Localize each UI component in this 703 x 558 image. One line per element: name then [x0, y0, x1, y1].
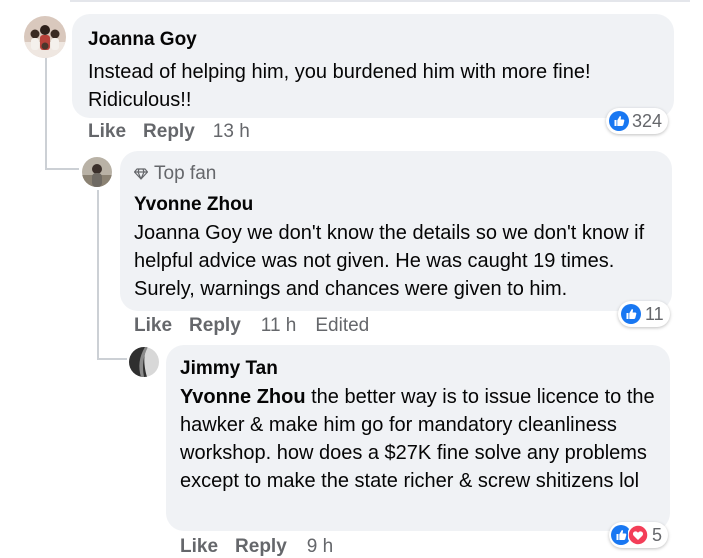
like-button[interactable]: Like — [180, 536, 218, 558]
comment-text-content: Instead of helping him, you burdened him… — [88, 61, 591, 111]
reaction-count: 11 — [645, 303, 664, 324]
comment-author[interactable]: Joanna Goy — [88, 29, 197, 51]
avatar[interactable] — [24, 16, 66, 58]
thread-line — [45, 168, 79, 170]
avatar[interactable] — [129, 347, 159, 377]
thread-line — [97, 190, 99, 360]
divider — [70, 0, 690, 2]
comment-author[interactable]: Jimmy Tan — [180, 358, 278, 380]
reaction-summary[interactable]: 11 — [618, 301, 670, 327]
reaction-count: 324 — [632, 110, 663, 131]
diamond-icon — [134, 168, 148, 180]
timestamp[interactable]: 9 h — [307, 536, 333, 558]
top-fan-badge: Top fan — [134, 163, 216, 185]
thumbs-up-icon — [621, 304, 641, 324]
comment-text: Joanna Goy we don't know the details so … — [134, 219, 662, 303]
reaction-count: 5 — [652, 524, 663, 545]
reply-button[interactable]: Reply — [235, 536, 287, 558]
timestamp[interactable]: 11 h — [261, 315, 297, 337]
comment-text-content[interactable]: Yvonne Zhou — [180, 386, 306, 408]
comment-text: Instead of helping him, you burdened him… — [88, 58, 660, 114]
comment-text-content[interactable]: Joanna Goy — [134, 222, 242, 244]
heart-icon — [628, 525, 648, 545]
comment-text: Yvonne Zhou the better way is to issue l… — [180, 383, 666, 495]
thumbs-up-icon — [609, 111, 629, 131]
edited-label: Edited — [315, 315, 370, 336]
thread-line — [45, 58, 47, 170]
comment-actions: Like Reply 13 h — [88, 121, 250, 143]
reply-button[interactable]: Reply — [189, 315, 241, 337]
thread-line — [97, 358, 127, 360]
reply-button[interactable]: Reply — [143, 121, 195, 143]
timestamp[interactable]: 13 h — [213, 121, 250, 143]
like-button[interactable]: Like — [134, 315, 172, 337]
avatar[interactable] — [82, 157, 112, 187]
reaction-summary[interactable]: 324 — [606, 108, 669, 134]
comment-author[interactable]: Yvonne Zhou — [134, 194, 253, 216]
comment-actions: Like Reply 9 h — [180, 536, 333, 558]
like-button[interactable]: Like — [88, 121, 126, 143]
comment-actions: Like Reply 11 h Edited — [134, 315, 369, 337]
top-fan-label: Top fan — [154, 163, 217, 184]
reaction-summary[interactable]: 5 — [609, 522, 669, 548]
